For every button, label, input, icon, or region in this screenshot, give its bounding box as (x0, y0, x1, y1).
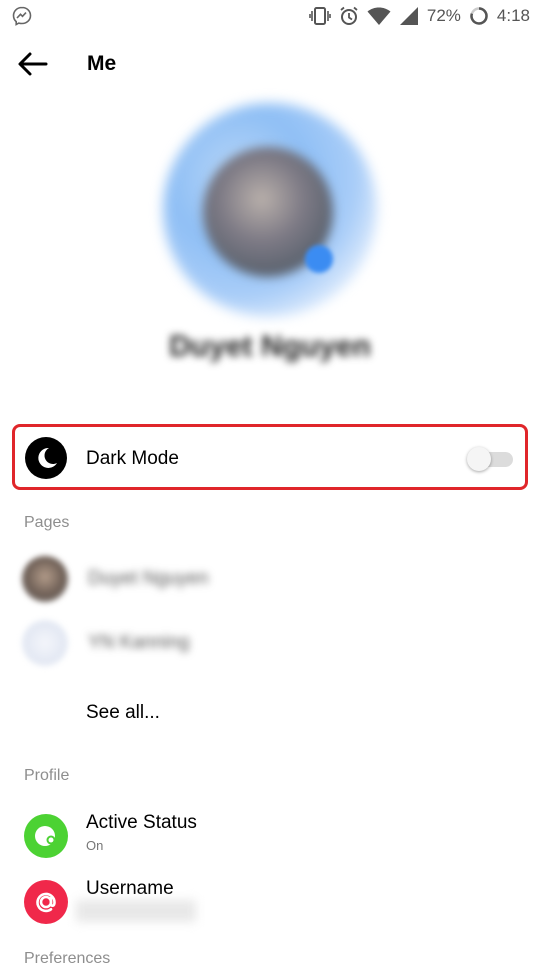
arrow-left-icon[interactable] (14, 48, 50, 80)
section-title-profile: Profile (24, 767, 70, 784)
clock-time: 4:18 (496, 6, 530, 25)
dark-mode-row[interactable]: Dark Mode (12, 424, 528, 490)
avatar (22, 620, 68, 666)
username-row[interactable]: Username (0, 876, 540, 940)
cellular-icon (399, 6, 419, 26)
status-bar: 72% 4:18 (0, 0, 540, 32)
profile-avatar[interactable] (155, 95, 385, 325)
battery-percent: 72% (426, 6, 461, 25)
messenger-icon (12, 6, 32, 26)
username-title: Username (86, 878, 174, 899)
page-item-name: Duyet Nguyen (88, 568, 209, 589)
see-all-pages-link[interactable]: See all... (86, 702, 160, 724)
page-title: Me (87, 52, 117, 75)
section-title-pages: Pages (24, 514, 70, 531)
page-item-name: YN Kanning (88, 632, 190, 653)
at-sign-icon (24, 880, 68, 924)
dark-mode-toggle[interactable] (467, 447, 515, 471)
app-header: Me (0, 32, 540, 96)
battery-icon (469, 6, 489, 26)
wifi-icon (367, 6, 391, 26)
active-status-icon (24, 814, 68, 858)
toggle-knob (467, 447, 491, 471)
page-item[interactable]: YN Kanning (0, 614, 540, 674)
moon-icon (25, 437, 67, 479)
profile-name: Duyet Nguyen (169, 330, 371, 363)
username-value (76, 900, 196, 922)
section-title-preferences: Preferences (24, 950, 111, 967)
camera-badge-icon (305, 245, 333, 273)
active-status-title: Active Status (86, 812, 197, 833)
avatar (22, 556, 68, 602)
dark-mode-label: Dark Mode (86, 448, 179, 469)
alarm-icon (339, 6, 359, 26)
vibrate-icon (309, 6, 331, 26)
active-status-row[interactable]: Active Status On (0, 810, 540, 874)
active-status-value: On (86, 838, 104, 853)
page-item[interactable]: Duyet Nguyen (0, 550, 540, 610)
